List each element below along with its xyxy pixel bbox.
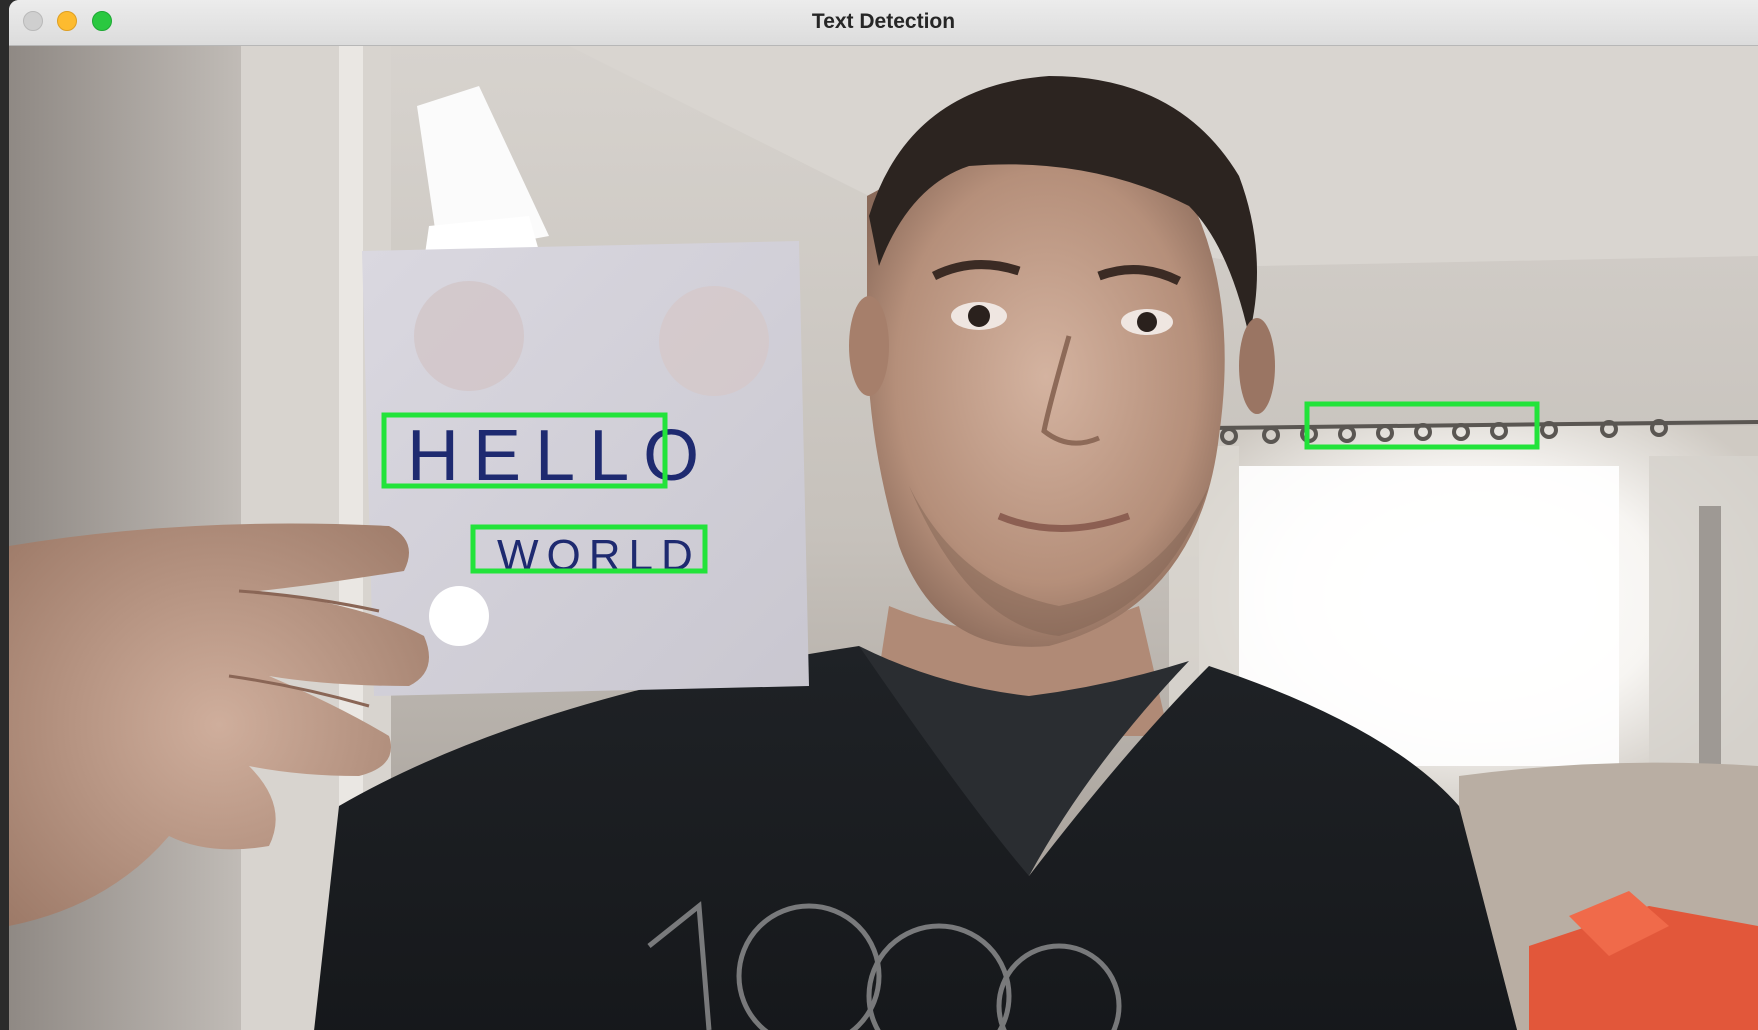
window-title: Text Detection (811, 10, 956, 33)
title-bar: Text Detection (9, 0, 1758, 46)
app-window: Text Detection HELLO WORLD (9, 0, 1758, 1030)
camera-view: HELLO WORLD (9, 46, 1758, 1030)
camera-frame-image: HELLO WORLD (9, 46, 1758, 1030)
